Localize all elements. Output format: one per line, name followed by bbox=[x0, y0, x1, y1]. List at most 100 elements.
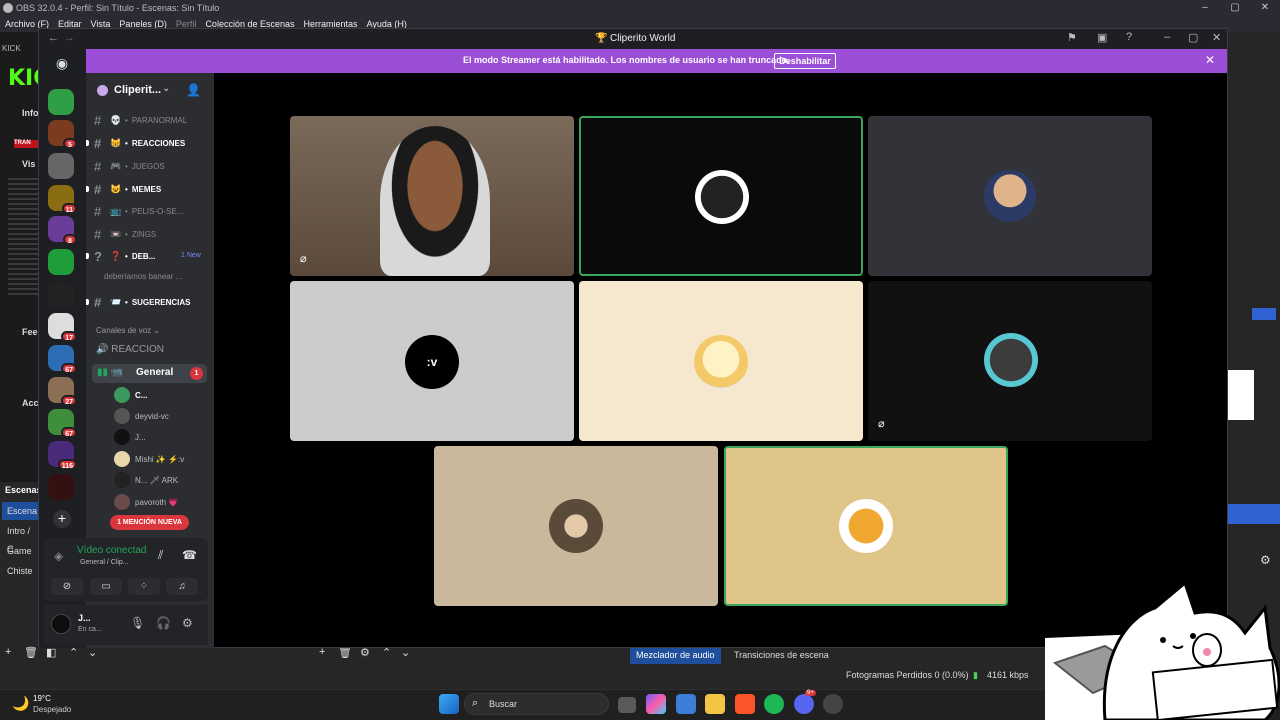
noise-icon[interactable]: ⫽ bbox=[158, 548, 163, 563]
voice-sub[interactable]: General / Clip... bbox=[80, 559, 129, 566]
inbox-icon[interactable]: ▣ bbox=[1097, 31, 1107, 44]
server-icon[interactable]: 67 bbox=[48, 409, 77, 438]
headphones-icon[interactable]: 🎧 bbox=[156, 616, 171, 630]
server-icon[interactable]: 67 bbox=[48, 345, 77, 374]
forward-arrow-icon[interactable]: → bbox=[64, 32, 75, 44]
moon-icon[interactable]: 🌙 bbox=[12, 695, 29, 712]
gear-icon[interactable]: ⚙ bbox=[1260, 553, 1271, 567]
scene-item[interactable]: Escena bbox=[2, 502, 38, 520]
voice-user-avatar bbox=[114, 387, 130, 403]
windows-start-icon[interactable] bbox=[439, 694, 459, 714]
video-tile-speaking[interactable] bbox=[724, 446, 1008, 606]
hash-icon: # bbox=[94, 135, 102, 151]
voice-user[interactable]: J... bbox=[114, 428, 146, 446]
user-name[interactable]: J... bbox=[78, 613, 91, 623]
server-icon bbox=[97, 85, 108, 96]
folder-icon[interactable] bbox=[705, 694, 725, 714]
back-arrow-icon[interactable]: ← bbox=[48, 32, 59, 44]
copilot-icon[interactable] bbox=[646, 694, 666, 714]
settings-icon[interactable]: ⚙ bbox=[182, 616, 193, 630]
server-icon[interactable] bbox=[48, 89, 74, 115]
add-server-icon[interactable]: + bbox=[53, 510, 71, 528]
task-view-icon[interactable] bbox=[618, 697, 636, 713]
channel-item[interactable]: # 📼 • ZINGS bbox=[94, 225, 206, 243]
voice-user[interactable]: deyvid-vc bbox=[114, 407, 169, 425]
discord-minimize-icon[interactable]: – bbox=[1164, 31, 1170, 43]
soundboard-button[interactable]: ♫ bbox=[166, 578, 198, 595]
obs-taskbar-icon[interactable] bbox=[823, 694, 843, 714]
channel-item[interactable]: # 📺 • PELIS-O-SE... bbox=[94, 202, 206, 220]
tab-scene-transitions[interactable]: Transiciones de escena bbox=[728, 646, 835, 664]
video-tile[interactable]: ⌀ bbox=[868, 281, 1152, 441]
tab-audio-mixer[interactable]: Mezclador de audio bbox=[630, 646, 721, 664]
video-tile[interactable] bbox=[868, 116, 1152, 276]
server-icon[interactable]: 11 bbox=[48, 185, 77, 214]
channel-emoji: 😺 bbox=[110, 183, 122, 194]
disconnect-icon[interactable]: ☎ bbox=[182, 548, 197, 562]
screen-share-button[interactable]: ▭ bbox=[90, 578, 122, 595]
voice-user[interactable]: N... 🗡 ARK bbox=[114, 471, 178, 489]
new-mention-pill[interactable]: 1 MENCIÓN NUEVA bbox=[110, 515, 189, 530]
voice-channel-reaccion[interactable]: 🔊 REACCION bbox=[96, 344, 164, 355]
camera-off-button[interactable]: ⊘ bbox=[51, 578, 83, 595]
scene-item[interactable]: Chiste bbox=[2, 562, 38, 580]
scene-item[interactable]: Game bbox=[2, 542, 38, 560]
video-tile[interactable] bbox=[434, 446, 718, 606]
channel-name: PELIS-O-SE... bbox=[131, 206, 184, 216]
user-status: En ca... bbox=[78, 626, 102, 633]
banner-close-icon[interactable]: ✕ bbox=[1205, 53, 1215, 67]
channel-item[interactable]: # 😺 • MEMES bbox=[94, 180, 206, 198]
server-icon[interactable] bbox=[48, 153, 74, 179]
voice-user[interactable]: Mishi ✨ ⚡:v bbox=[114, 450, 184, 468]
microphone-icon[interactable]: 🎙 bbox=[130, 616, 145, 630]
server-icon[interactable]: 17 bbox=[48, 313, 77, 342]
help-icon[interactable]: ? bbox=[1126, 31, 1132, 43]
video-tile[interactable]: :v bbox=[290, 281, 574, 441]
channel-item[interactable]: # 📨 • SUGERENCIAS bbox=[94, 293, 206, 311]
channel-item[interactable]: # 😸 • REACCIONES bbox=[94, 134, 206, 152]
video-tile-camera[interactable]: ⌀ bbox=[290, 116, 574, 276]
hash-icon: # bbox=[94, 203, 102, 219]
store-icon[interactable] bbox=[676, 694, 696, 714]
taskbar-search[interactable] bbox=[464, 693, 609, 715]
invite-icon[interactable]: 👤 bbox=[186, 83, 201, 97]
video-tile[interactable] bbox=[579, 281, 863, 441]
server-icon[interactable]: 27 bbox=[48, 377, 77, 406]
voice-user[interactable]: C... bbox=[114, 386, 147, 404]
server-badge: 8 bbox=[63, 234, 77, 245]
voice-status[interactable]: Vídeo conectad bbox=[77, 545, 147, 556]
channel-item[interactable]: # 💀 • PARANORMAL bbox=[94, 111, 206, 129]
unread-indicator bbox=[86, 140, 89, 146]
video-tile-speaking[interactable] bbox=[579, 116, 863, 276]
voice-category[interactable]: Canales de voz ⌄ bbox=[96, 326, 160, 335]
discord-home-icon[interactable]: ◉ bbox=[52, 55, 72, 73]
flag-icon[interactable]: ⚑ bbox=[1067, 31, 1077, 44]
server-icon[interactable]: 5 bbox=[48, 120, 77, 149]
server-icon[interactable]: 8 bbox=[48, 216, 77, 245]
chevron-down-icon[interactable]: ⌄ bbox=[162, 83, 170, 94]
maximize-icon[interactable]: ▢ bbox=[1220, 0, 1250, 16]
close-icon[interactable]: ✕ bbox=[1250, 0, 1280, 16]
voice-user[interactable]: pavoroth 💗 bbox=[114, 493, 178, 511]
activities-button[interactable]: ⁘ bbox=[128, 578, 160, 595]
scene-item[interactable]: Intro / C bbox=[2, 522, 38, 554]
server-icon[interactable]: 116 bbox=[48, 441, 77, 470]
signal-icon[interactable]: ◈ bbox=[54, 549, 63, 563]
thread-item[interactable]: deberíamos banear ... bbox=[104, 272, 182, 281]
server-icon[interactable] bbox=[48, 474, 74, 500]
server-icon[interactable] bbox=[48, 282, 74, 308]
trash-icon[interactable]: 🗑 bbox=[24, 646, 38, 659]
discord-maximize-icon[interactable]: ▢ bbox=[1188, 31, 1198, 44]
discord-taskbar-icon[interactable] bbox=[794, 694, 814, 714]
add-icon[interactable]: + bbox=[5, 646, 11, 658]
server-icon[interactable] bbox=[48, 249, 74, 275]
minimize-icon[interactable]: – bbox=[1190, 0, 1220, 16]
discord-close-icon[interactable]: ✕ bbox=[1212, 31, 1221, 44]
spotify-icon[interactable] bbox=[764, 694, 784, 714]
channel-item[interactable]: # 🎮 • JUEGOS bbox=[94, 157, 206, 175]
server-badge: 11 bbox=[61, 203, 77, 214]
server-name[interactable]: Clipe­rit... bbox=[114, 84, 161, 96]
disable-streamer-button[interactable]: Deshabilitar bbox=[774, 53, 836, 69]
brave-icon[interactable] bbox=[735, 694, 755, 714]
user-avatar[interactable] bbox=[51, 614, 71, 634]
